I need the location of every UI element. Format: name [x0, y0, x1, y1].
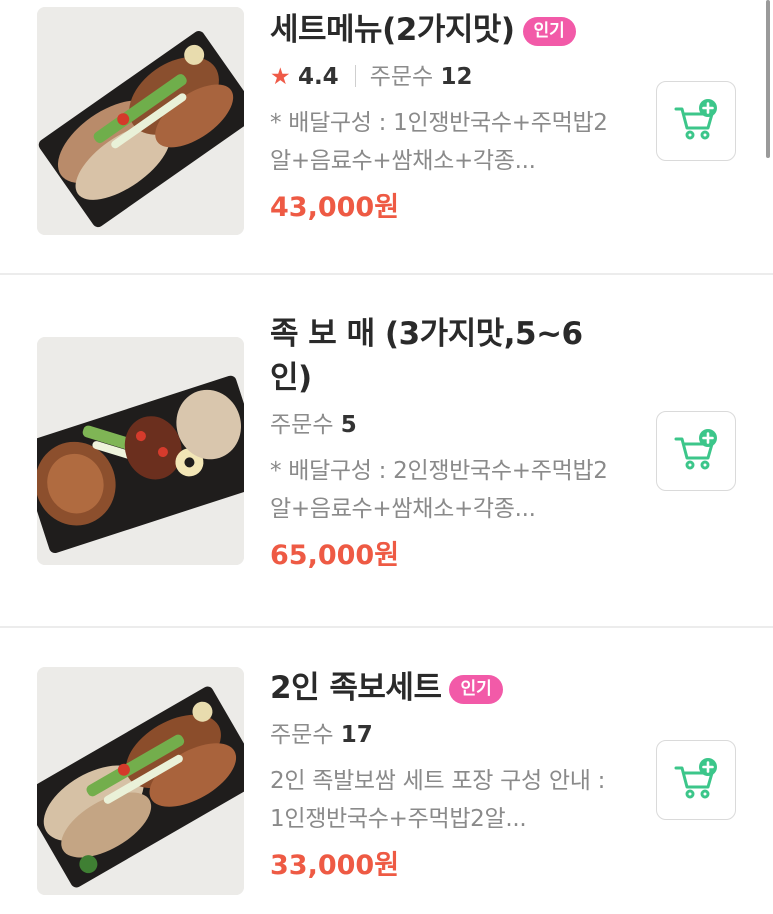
- item-divider: [0, 626, 773, 628]
- menu-item-meta: ★ 4.4 주문수 12: [270, 60, 615, 94]
- orders-label: 주문수: [369, 64, 434, 90]
- menu-item-price: 33,000원: [270, 850, 400, 881]
- orders-label: 주문수: [270, 722, 334, 748]
- add-to-cart-button[interactable]: [656, 740, 736, 820]
- menu-item-meta: 주문수 5: [270, 408, 615, 442]
- orders-count: 17: [340, 722, 373, 748]
- scrollbar[interactable]: [766, 0, 770, 158]
- cart-plus-icon: [674, 99, 717, 140]
- menu-item-title[interactable]: 세트메뉴(2가지맛): [270, 12, 515, 48]
- menu-item-title-row: 2인 족보세트 인기: [270, 666, 615, 710]
- menu-item-image[interactable]: [37, 337, 244, 565]
- menu-item-image[interactable]: [37, 667, 244, 895]
- popular-badge: 인기: [449, 675, 503, 704]
- item-divider: [0, 273, 773, 275]
- menu-item-title[interactable]: 족 보 매 (3가지맛,5~6인): [270, 312, 600, 400]
- menu-item-info: 2인 족보세트 인기 주문수 17 2인 족발보쌈 세트 포장 구성 안내 : 1…: [270, 666, 615, 886]
- jokbal-platter-image: [37, 337, 244, 565]
- menu-item-title[interactable]: 2인 족보세트: [270, 670, 442, 706]
- menu-item-title-row: 세트메뉴(2가지맛) 인기: [270, 8, 615, 52]
- jokbal-platter-image: [37, 667, 244, 895]
- jokbal-platter-image: [37, 7, 244, 235]
- menu-item-price: 65,000원: [270, 540, 400, 571]
- menu-item-info: 세트메뉴(2가지맛) 인기 ★ 4.4 주문수 12 * 배달구성 : 1인쟁반국수…: [270, 8, 615, 228]
- add-to-cart-button[interactable]: [656, 81, 736, 161]
- menu-item-description: 2인 족발보쌈 세트 포장 구성 안내 : 1인쟁반국수+주먹밥2알...: [270, 768, 606, 832]
- cart-plus-icon: [674, 758, 717, 799]
- add-to-cart-button[interactable]: [656, 411, 736, 491]
- menu-item-image[interactable]: [37, 7, 244, 235]
- menu-item-meta: 주문수 17: [270, 718, 615, 752]
- orders-count: 12: [440, 64, 473, 90]
- star-icon: ★: [270, 64, 291, 90]
- cart-plus-icon: [674, 429, 717, 470]
- menu-item-description: * 배달구성 : 1인쟁반국수+주먹밥2알+음료수+쌈채소+각종...: [270, 110, 608, 174]
- menu-item-description: * 배달구성 : 2인쟁반국수+주먹밥2알+음료수+쌈채소+각종...: [270, 458, 608, 522]
- orders-label: 주문수: [270, 412, 334, 438]
- orders-count: 5: [340, 412, 357, 438]
- rating-value: 4.4: [297, 64, 339, 90]
- menu-item-info: 족 보 매 (3가지맛,5~6인) 주문수 5 * 배달구성 : 2인쟁반국수+…: [270, 312, 615, 576]
- meta-divider: [354, 65, 356, 87]
- popular-badge: 인기: [522, 17, 576, 46]
- menu-item-price: 43,000원: [270, 192, 400, 223]
